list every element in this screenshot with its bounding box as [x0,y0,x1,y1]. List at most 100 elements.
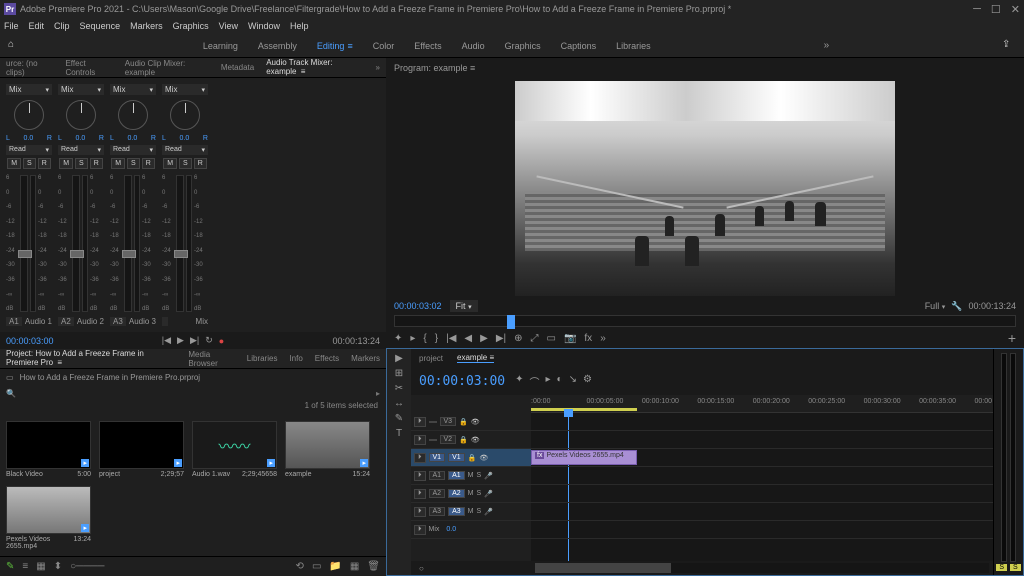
tool-2[interactable]: ✂ [395,383,403,394]
program-btn-8[interactable]: ⊕ [514,333,522,344]
s-button[interactable]: S [23,158,36,169]
pan-knob[interactable] [66,100,96,130]
tab-project[interactable]: Project: How to Add a Freeze Frame in Pr… [6,347,176,370]
s-button[interactable]: S [75,158,88,169]
search-icon[interactable]: 🔍 [6,389,16,398]
tab-markers[interactable]: Markers [351,352,380,365]
track-header-mix[interactable]: ⏵ Mix 0.0 [411,521,531,539]
menu-window[interactable]: Window [248,21,280,31]
menu-edit[interactable]: Edit [29,21,45,31]
panel-menu-icon[interactable]: » [376,63,380,72]
program-btn-4[interactable]: |◀ [446,333,456,344]
fader[interactable] [72,175,80,312]
share-icon[interactable]: ⇪ [1002,39,1016,53]
tool-3[interactable]: ↔ [394,398,404,409]
tool-1[interactable]: ⊞ [395,368,403,379]
program-btn-10[interactable]: ▭ [547,333,556,344]
work-area-bar[interactable] [531,408,637,411]
project-item[interactable]: ▸Pexels Videos 2655.mp413:24 [6,486,91,550]
full-dropdown[interactable]: Full ▾ [925,301,946,311]
program-btn-1[interactable]: ▸ [410,333,415,344]
track-lane-a3[interactable] [531,503,993,521]
program-monitor[interactable] [386,78,1024,298]
tl-icon-5[interactable]: ⚙ [583,374,592,389]
timeline-tc[interactable]: 00:00:03:00 [419,374,505,389]
track-header-v2[interactable]: ⏵ V2 🔒 👁 [411,431,531,449]
freeform-icon[interactable]: ✎ [6,561,14,572]
pan-knob[interactable] [14,100,44,130]
program-btn-11[interactable]: 📷 [564,333,576,344]
tool-4[interactable]: ✎ [395,413,403,424]
menu-file[interactable]: File [4,21,19,31]
pan-knob[interactable] [118,100,148,130]
play-button[interactable]: ▶ [177,335,184,346]
project-item[interactable]: ▸example15:24 [285,421,370,478]
tl-icon-4[interactable]: ↘ [569,374,577,389]
add-button[interactable]: + [1008,330,1016,346]
m-button[interactable]: M [7,158,21,169]
maximize-button[interactable]: ☐ [991,3,1001,16]
track-lane-v3[interactable] [531,413,993,431]
tab-project-seq[interactable]: project [419,354,443,363]
automation-mode[interactable]: Read ▾ [6,145,52,155]
workspace-graphics[interactable]: Graphics [505,41,541,51]
wrench-icon[interactable]: 🔧 [951,301,962,312]
track-lane-a2[interactable] [531,485,993,503]
project-item[interactable]: 〰〰▸Audio 1.wav2;29;45658 [192,421,277,478]
tab-effects[interactable]: Effects [315,352,339,365]
tab-audio-track-mixer[interactable]: Audio Track Mixer: example ≡ [266,56,363,79]
tab-example-seq[interactable]: example ≡ [457,353,494,363]
tl-icon-3[interactable]: ◐ [557,374,563,389]
r-button[interactable]: R [90,158,103,169]
track-lane-v2[interactable] [531,431,993,449]
pan-knob[interactable] [170,100,200,130]
track-header-a3[interactable]: ⏵ A3 A3 M S 🎤 [411,503,531,521]
workspace-libraries[interactable]: Libraries [616,41,651,51]
track-lane-v1[interactable]: fxPexels Videos 2655.mp4 [531,449,993,467]
auto-icon[interactable]: ⟲ [296,561,304,572]
automation-mode[interactable]: Read ▾ [110,145,156,155]
timeline-scrollbar[interactable] [535,563,989,573]
program-btn-12[interactable]: fx [584,333,592,344]
tab-program[interactable]: Program: example ≡ [394,63,475,73]
workspace-captions[interactable]: Captions [561,41,597,51]
goto-in-button[interactable]: |◀ [162,335,171,346]
sort-icon[interactable]: ⬍ [54,561,62,572]
goto-out-button[interactable]: ▶| [190,335,199,346]
menu-view[interactable]: View [219,21,238,31]
solo-left[interactable]: S [996,564,1007,571]
tab-libraries[interactable]: Libraries [247,352,278,365]
workspace-effects[interactable]: Effects [414,41,441,51]
find-icon[interactable]: ▦ [350,561,359,572]
m-button[interactable]: M [59,158,73,169]
filter-icon[interactable]: ▸ [376,389,380,398]
fader[interactable] [176,175,184,312]
program-btn-7[interactable]: ▶| [496,333,506,344]
menu-clip[interactable]: Clip [54,21,70,31]
workspace-audio[interactable]: Audio [462,41,485,51]
new-bin-icon[interactable]: ▭ [312,561,321,572]
s-button[interactable]: S [127,158,140,169]
record-button[interactable]: ● [219,336,224,346]
workspace-editing[interactable]: Editing ≡ [317,41,353,51]
program-scrubber[interactable] [394,315,1016,327]
tab-source[interactable]: urce: (no clips) [6,57,53,79]
r-button[interactable]: R [194,158,207,169]
menu-help[interactable]: Help [290,21,309,31]
tl-icon-1[interactable]: ⌒ [529,374,539,389]
track-header-v1[interactable]: ⏵ V1 V1 🔒 👁 [411,449,531,467]
track-header-v3[interactable]: ⏵ V3 🔒 👁 [411,413,531,431]
clip[interactable]: fxPexels Videos 2655.mp4 [531,450,637,465]
program-btn-2[interactable]: { [423,333,426,344]
tab-effect-controls[interactable]: Effect Controls [65,57,112,79]
overflow-icon[interactable]: » [824,40,830,51]
timeline-ruler[interactable]: :00:0000:00:05:0000:00:10:0000:00:15:000… [531,395,993,413]
track-header-a1[interactable]: ⏵ A1 A1 M S 🎤 [411,467,531,485]
trash-icon[interactable]: 🗑 [367,561,380,572]
tool-5[interactable]: T [396,428,402,439]
program-btn-0[interactable]: ✦ [394,333,402,344]
r-button[interactable]: R [38,158,51,169]
tab-media-browser[interactable]: Media Browser [188,348,234,370]
minimize-button[interactable]: ─ [973,3,981,16]
list-view-icon[interactable]: ≡ [22,561,28,572]
